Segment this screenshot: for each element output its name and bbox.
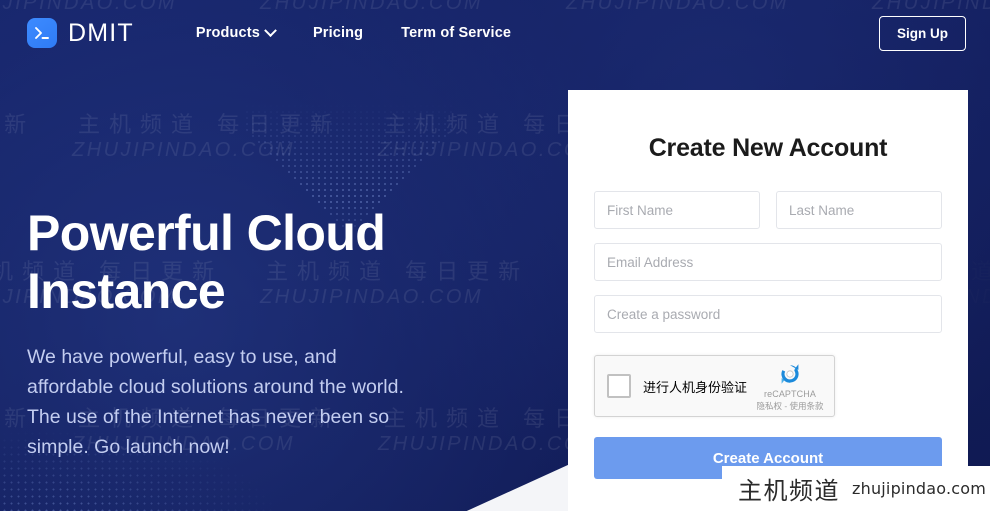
hero-subtitle: We have powerful, easy to use, and affor… (27, 346, 404, 458)
nav-item-pricing[interactable]: Pricing (313, 25, 363, 41)
chevron-down-icon (264, 23, 277, 37)
page-root: 主机频道 每日更新ZHUJIPINDAO.COM主机频道 每日更新ZHUJIPI… (0, 0, 990, 511)
signup-card-title: Create New Account (648, 134, 888, 162)
recaptcha-branding: reCAPTCHA 隐私权 - 使用条款 (753, 360, 827, 412)
hero-title: Powerful Cloud Instance (27, 205, 386, 319)
last-name-wrap (776, 191, 942, 229)
brand-name: DMIT (68, 18, 134, 47)
watermark-badge-en: zhujipindao.com (852, 479, 987, 498)
recaptcha-checkbox[interactable] (607, 374, 631, 398)
signup-card: Create New Account 进行人机身份验证 (568, 90, 968, 511)
watermark-badge: 主机频道 zhujipindao.com (722, 466, 990, 511)
recaptcha-terms-link[interactable]: 隐私权 - 使用条款 (753, 400, 827, 412)
brand-logo[interactable]: DMIT (27, 18, 134, 48)
nav-links: Products Pricing Term of Service (195, 23, 511, 41)
signup-form: 进行人机身份验证 reCAPTCHA 隐私权 - 使用条款 Create Acc (568, 191, 968, 479)
top-navbar: DMIT Products Pricing Term of Service Si… (0, 0, 990, 66)
recaptcha-brand-text: reCAPTCHA (764, 389, 816, 399)
nav-item-products[interactable]: Products (195, 23, 277, 41)
nav-item-pricing-label: Pricing (312, 25, 364, 41)
nav-item-term-of-service[interactable]: Term of Service (401, 25, 511, 41)
name-row (594, 191, 942, 229)
first-name-input[interactable] (594, 191, 760, 229)
first-name-wrap (594, 191, 760, 229)
email-input[interactable] (594, 243, 942, 281)
password-input[interactable] (594, 295, 942, 333)
sign-up-button[interactable]: Sign Up (879, 15, 966, 51)
hero-section: Powerful Cloud Instance We have powerful… (27, 204, 457, 462)
recaptcha-logo-icon (753, 360, 827, 388)
recaptcha-widget[interactable]: 进行人机身份验证 reCAPTCHA 隐私权 - 使用条款 (594, 355, 835, 417)
nav-item-products-label: Products (195, 25, 260, 41)
terminal-prompt-icon (27, 18, 57, 48)
nav-item-term-of-service-label: Term of Service (401, 25, 512, 41)
last-name-input[interactable] (776, 191, 942, 229)
recaptcha-label: 进行人机身份验证 (643, 379, 748, 395)
watermark-badge-cn: 主机频道 (738, 477, 840, 505)
